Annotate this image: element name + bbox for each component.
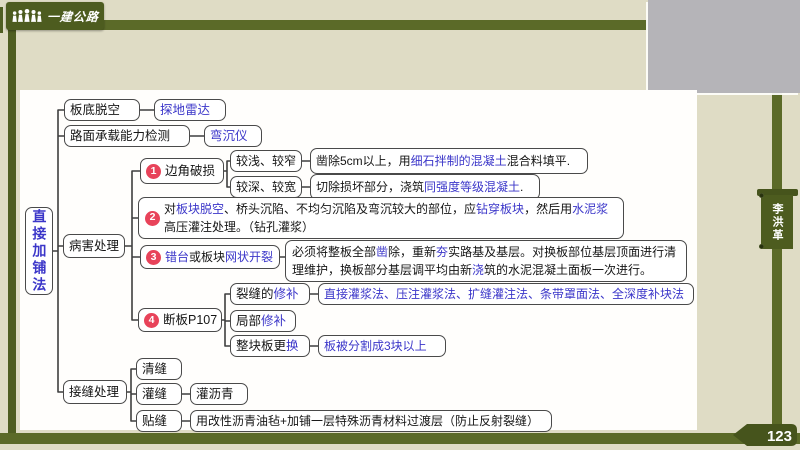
- marker-4: 4: [144, 312, 159, 328]
- marker-1: 1: [146, 163, 161, 179]
- people-icon: [12, 8, 42, 22]
- node-clean-joint: 清缝: [136, 358, 182, 380]
- node-disease-treatment: 病害处理: [63, 234, 125, 258]
- author-name: 李洪革: [771, 202, 783, 242]
- node-whole-slab-replacement: 整块板更换: [230, 335, 310, 357]
- node-bearing-capacity-test: 路面承载能力检测: [64, 125, 190, 147]
- bottom-frame-bar: [0, 433, 800, 444]
- marker-3: 3: [146, 249, 161, 265]
- node-slab-replacement-detail: 必须将整板全部凿除，重新夯实路基及基层。对换板部位基层顶面进行清理维护，换板部分…: [285, 240, 687, 282]
- left-frame-pole: [8, 22, 16, 444]
- node-deflectometer: 弯沉仪: [204, 125, 262, 147]
- slide-canvas: 直接加铺法 板底脱空 探地雷达 路面承载能力检测 弯沉仪 病害处理 1 边角破损…: [20, 90, 697, 432]
- pin-icon: [759, 193, 764, 198]
- author-banner: 李洪革: [761, 195, 793, 249]
- brand-title: 一建公路: [46, 9, 100, 24]
- page-number: 123: [767, 428, 792, 445]
- node-pour-asphalt: 灌沥青: [190, 383, 248, 405]
- left-edge-stub: [0, 7, 3, 33]
- camera-placeholder: [648, 0, 800, 93]
- node-shallow-narrow: 较浅、较窄: [230, 150, 302, 172]
- node-void-settlement-grouting: 2 对板块脱空、桥头沉陷、不均匀沉陷及弯沉较大的部位，应钻穿板块，然后用水泥浆高…: [138, 197, 624, 239]
- node-broken-slab: 4 断板P107: [138, 308, 222, 332]
- node-seal-joint: 贴缝: [136, 410, 182, 432]
- node-partial-repair: 局部 修补: [230, 310, 296, 332]
- node-faulting-network-cracking: 3 错台或板块网状开裂: [140, 245, 280, 269]
- brand-banner: 一建公路: [6, 2, 104, 30]
- node-root-direct-overlay: 直接加铺法: [25, 207, 53, 295]
- node-joint-treatment: 接缝处理: [63, 380, 127, 404]
- node-deep-wide: 较深、较宽: [230, 176, 302, 198]
- node-crack-repair: 裂缝的 修补: [230, 283, 310, 305]
- pin-icon: [759, 244, 764, 249]
- node-slab-bottom-void: 板底脱空: [64, 99, 140, 121]
- node-ground-penetrating-radar: 探地雷达: [154, 99, 226, 121]
- node-corner-damage: 1 边角破损: [140, 158, 224, 184]
- page-number-ribbon: 123: [733, 424, 797, 446]
- marker-2: 2: [145, 210, 160, 226]
- node-shallow-narrow-detail: 凿除5cm以上，用 细石拌制的混凝土 混合料填平.: [310, 148, 588, 174]
- node-fill-joint: 灌缝: [136, 383, 182, 405]
- node-seal-joint-detail: 用改性沥青油毡+加铺一层特殊沥青材料过渡层（防止反射裂缝）: [190, 410, 552, 432]
- node-slab-split-3-or-more: 板被分割成3块以上: [318, 335, 446, 357]
- node-crack-repair-methods: 直接灌浆法、压注灌浆法、扩缝灌注法、条带罩面法、全深度补块法: [318, 283, 694, 305]
